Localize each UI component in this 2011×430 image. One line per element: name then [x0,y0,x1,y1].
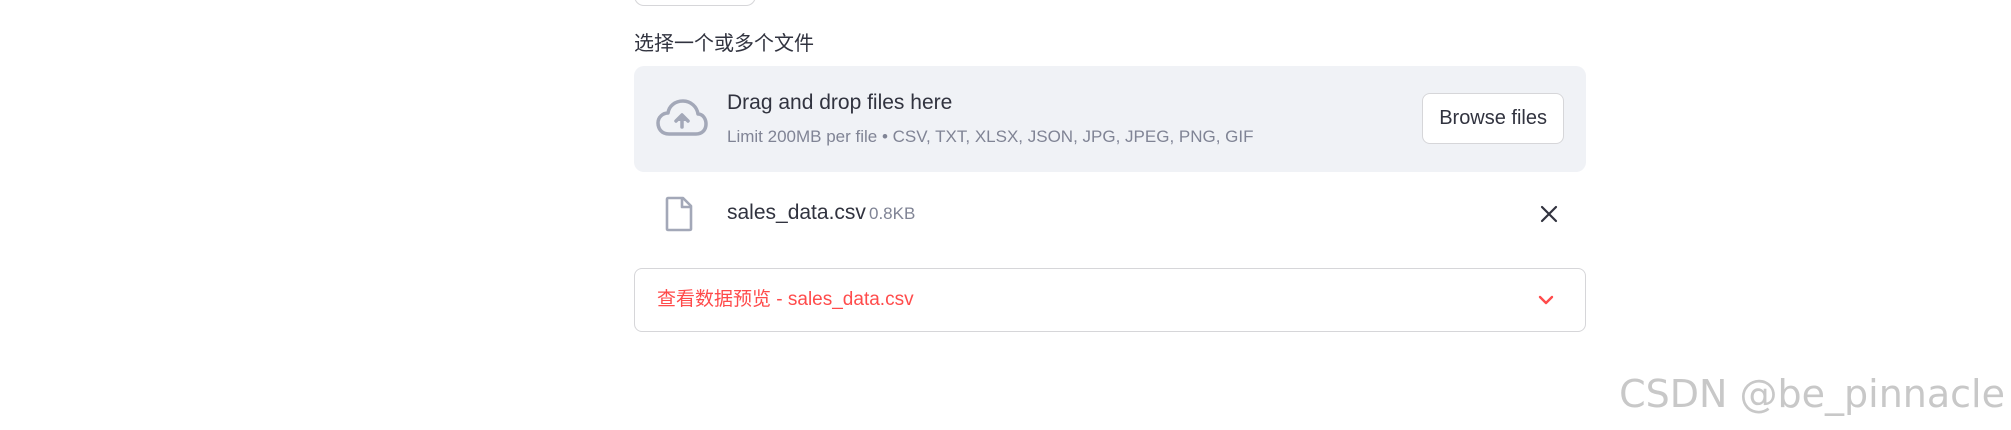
close-icon [1540,205,1558,223]
uploaded-file-item: sales_data.csv 0.8KB [634,190,1586,238]
browse-files-button[interactable]: Browse files [1422,93,1564,144]
file-dropzone[interactable]: Drag and drop files here Limit 200MB per… [634,66,1586,172]
previous-button-edge[interactable] [634,0,756,6]
uploader-label: 选择一个或多个文件 [634,33,814,55]
chevron-down-icon [1538,295,1554,305]
file-name: sales_data.csv [727,201,866,224]
file-size: 0.8KB [869,204,916,223]
expander-label: 查看数据预览 - sales_data.csv [657,289,914,310]
page: 选择一个或多个文件 Drag and drop files here Limit… [0,0,2011,430]
data-preview-expander[interactable]: 查看数据预览 - sales_data.csv [634,268,1586,332]
file-icon [665,196,693,232]
watermark: CSDN @be_pinnacle [1619,372,2005,416]
dropzone-limit-text: Limit 200MB per file • CSV, TXT, XLSX, J… [727,127,1254,146]
remove-file-button[interactable] [1534,199,1564,229]
cloud-upload-icon [656,99,708,136]
dropzone-title: Drag and drop files here [727,91,953,114]
